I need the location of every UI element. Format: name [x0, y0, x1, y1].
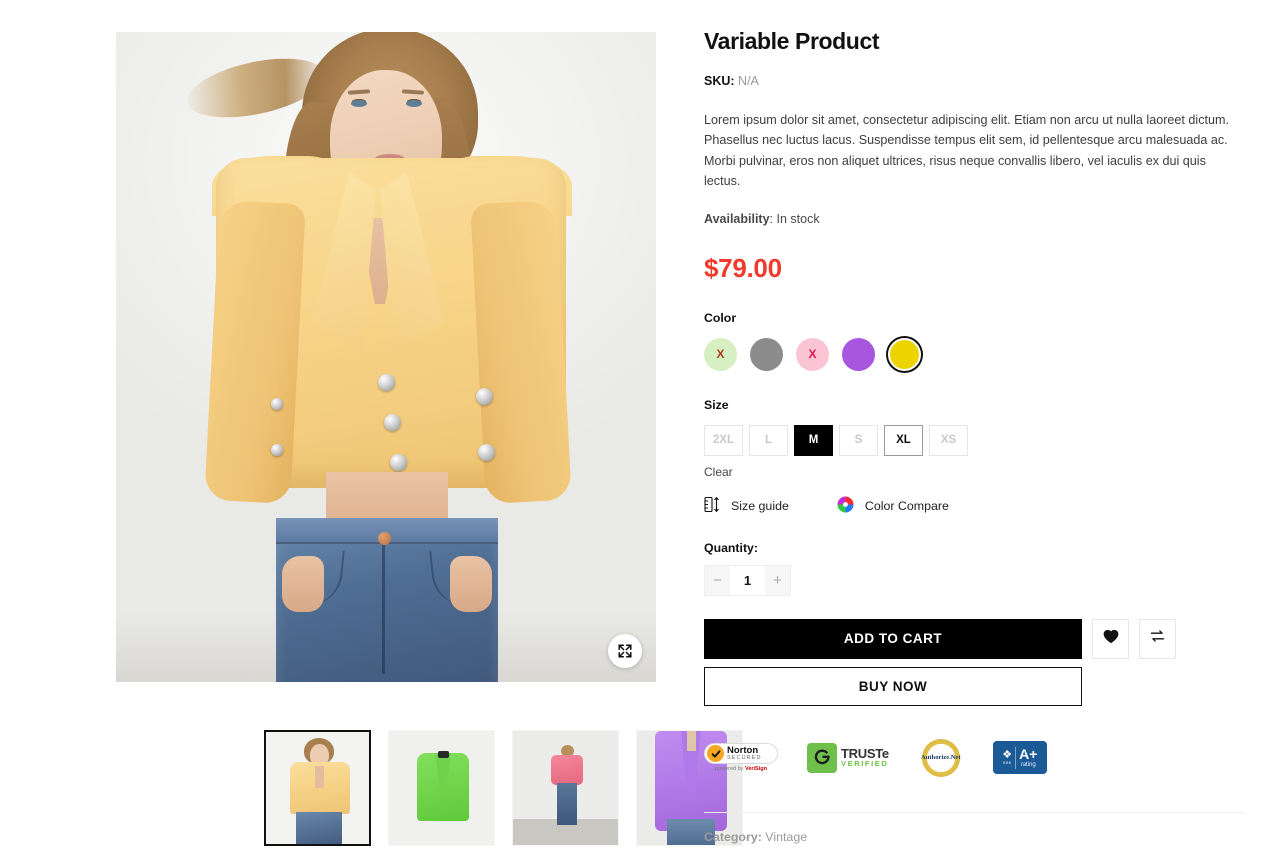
size-option-m[interactable]: M — [794, 424, 833, 456]
category-label: Category: — [704, 829, 762, 844]
product-page: Variable Product SKU: N/A Lorem ipsum do… — [0, 0, 1284, 852]
sku-value: N/A — [738, 74, 759, 88]
jacket-button-3 — [390, 454, 407, 471]
sku-row: SKU: N/A — [704, 74, 1244, 88]
bbb-a-rating-badge: ❖ BBB A+ rating — [992, 741, 1047, 775]
product-price: $79.00 — [704, 252, 782, 283]
clear-selection-link[interactable]: Clear — [704, 465, 1244, 479]
add-to-cart-button[interactable]: ADD TO CART — [704, 618, 1082, 659]
quantity-stepper: − 1 + — [704, 564, 791, 596]
product-tools: Size guide Color Compare — [704, 496, 1244, 516]
category-value[interactable]: Vintage — [765, 830, 807, 844]
size-option-2xl[interactable]: 2XL — [704, 424, 743, 456]
quantity-input[interactable]: 1 — [730, 565, 765, 595]
model-hand-right — [450, 556, 492, 612]
color-compare-button[interactable]: Color Compare — [837, 496, 949, 516]
truste-logo-icon — [807, 742, 837, 773]
color-swatch-yellow[interactable] — [888, 337, 921, 371]
size-guide-label: Size guide — [731, 498, 789, 513]
cuff-button-2 — [271, 444, 283, 456]
model-hand-left — [282, 556, 324, 612]
color-swatch-pink[interactable]: X — [796, 337, 829, 371]
page-title: Variable Product — [704, 28, 880, 54]
availability-label: Availability — [704, 211, 770, 226]
product-gallery — [116, 32, 743, 846]
section-divider — [704, 811, 1244, 813]
jacket-button-1 — [378, 374, 395, 391]
size-option-xs[interactable]: XS — [929, 424, 968, 456]
size-guide-button[interactable]: Size guide — [704, 496, 789, 516]
color-swatch-gray[interactable] — [750, 337, 783, 371]
authorize-net-name: Authorize.Net — [920, 754, 961, 762]
color-wheel-icon — [837, 496, 854, 516]
product-details: Variable Product SKU: N/A Lorem ipsum do… — [704, 28, 1244, 852]
truste-verified-badge: TRUSTe VERIFIED — [807, 742, 889, 773]
jacket-button-4 — [476, 388, 493, 405]
norton-secured-text: SECURED — [727, 754, 762, 761]
bbb-rating-text: rating — [1020, 761, 1036, 768]
jacket-button-2 — [384, 414, 401, 431]
thumb-green-blazer-flat[interactable] — [388, 730, 495, 846]
compare-button[interactable] — [1139, 618, 1176, 659]
wishlist-button[interactable] — [1092, 618, 1129, 659]
compare-icon — [1149, 628, 1166, 649]
size-option-xl[interactable]: XL — [884, 424, 923, 456]
thumbnail-strip — [264, 730, 743, 846]
category-row: Category: Vintage — [704, 830, 1244, 844]
action-buttons: ADD TO CART — [704, 618, 1244, 659]
main-product-image[interactable] — [116, 32, 656, 682]
ruler-icon — [704, 496, 720, 516]
jeans-fly — [382, 544, 385, 674]
truste-name: TRUSTe — [841, 745, 889, 761]
unavailable-mark: X — [808, 347, 817, 362]
thumb-pink-outfit-model[interactable] — [512, 730, 619, 846]
authorize-net-badge: Authorize.Net — [918, 738, 964, 778]
eye-left — [351, 100, 367, 107]
product-description: Lorem ipsum dolor sit amet, consectetur … — [704, 113, 1229, 189]
jeans-button — [378, 532, 391, 545]
color-swatch-light-green[interactable]: X — [704, 337, 737, 371]
quantity-label: Quantity: — [704, 540, 758, 555]
color-swatches: X X — [704, 337, 1244, 371]
color-label: Color — [704, 310, 737, 325]
eye-right — [406, 100, 422, 107]
size-label: Size — [704, 397, 729, 412]
size-option-l[interactable]: L — [749, 424, 788, 456]
jacket-button-5 — [478, 444, 495, 461]
bbb-grade: A+ — [1019, 745, 1038, 762]
jacket-sleeve-left — [204, 199, 306, 505]
cuff-button-1 — [271, 398, 283, 410]
buy-now-button[interactable]: BUY NOW — [704, 666, 1082, 706]
quantity-decrease-button[interactable]: − — [705, 565, 730, 595]
norton-secured-badge: Norton SECURED powered by VeriSign — [704, 738, 778, 778]
availability-row: Availability: In stock — [704, 212, 1244, 226]
truste-verified-text: VERIFIED — [841, 759, 889, 769]
norton-verisign-line: powered by VeriSign — [715, 766, 767, 773]
bbb-label: BBB — [1002, 760, 1012, 766]
unavailable-mark: X — [716, 347, 725, 362]
color-swatch-purple[interactable] — [842, 337, 875, 371]
checkmark-icon — [707, 745, 724, 763]
quantity-increase-button[interactable]: + — [765, 565, 790, 595]
color-compare-label: Color Compare — [864, 498, 949, 513]
sku-label: SKU: — [704, 74, 735, 88]
thumb-yellow-blazer-model[interactable] — [264, 730, 371, 846]
expand-icon[interactable] — [608, 634, 642, 668]
size-option-s[interactable]: S — [839, 424, 878, 456]
size-options: 2XL L M S XL XS — [704, 424, 1244, 456]
trust-badges: Norton SECURED powered by VeriSign TRUST… — [704, 738, 1244, 778]
heart-icon — [1103, 629, 1119, 649]
availability-value: : In stock — [769, 211, 820, 226]
